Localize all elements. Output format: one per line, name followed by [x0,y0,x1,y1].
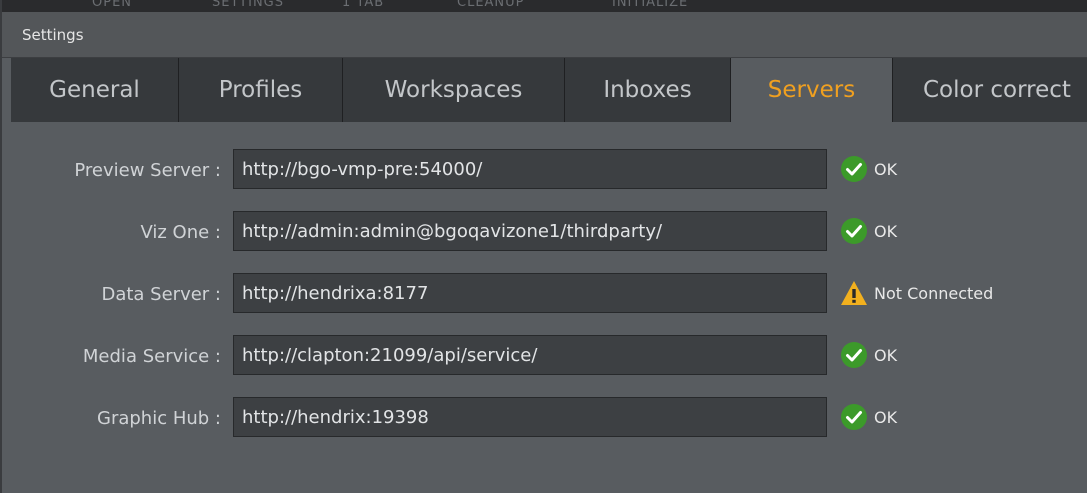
dialog-titlebar: Settings [2,12,1087,58]
status-text: Not Connected [874,283,994,303]
tab-label: Inboxes [603,77,692,103]
server-label: Graphic Hub : [97,408,221,429]
preview-server-url-input[interactable] [233,149,827,189]
tab-servers[interactable]: Servers [731,58,893,122]
tab-workspaces[interactable]: Workspaces [343,58,565,122]
server-row-data-server: Data Server : Not Connected [11,273,1087,319]
tab-label: Workspaces [384,77,523,103]
check-circle-icon [841,218,867,244]
viz-one-url-input[interactable] [233,211,827,251]
tab-label: Servers [767,77,856,103]
tab-label: Color correct [923,77,1071,103]
tab-label: Profiles [218,77,303,103]
background-menu-item: INITIALIZE [612,0,689,10]
tab-general[interactable]: General [11,58,179,122]
warning-triangle-icon [841,281,867,305]
server-row-media-service: Media Service : OK [11,335,1087,381]
status-indicator: OK [840,153,897,185]
status-text: OK [874,159,898,179]
status-text: OK [874,345,898,365]
server-label: Media Service : [82,346,221,367]
tab-label: General [49,77,140,103]
tab-color-correction[interactable]: Color correct [893,58,1087,122]
server-label: Preview Server : [74,160,221,181]
status-text: OK [874,407,898,427]
tab-profiles[interactable]: Profiles [179,58,343,122]
status-indicator: Not Connected [840,277,993,309]
dialog-title: Settings [22,26,84,44]
data-server-url-input[interactable] [233,273,827,313]
background-menu-item: SETTINGS [212,0,285,10]
server-row-preview-server: Preview Server : OK [11,149,1087,195]
server-row-viz-one: Viz One : OK [11,211,1087,257]
settings-window: OPEN SETTINGS 1 TAB CLEANUP INITIALIZE S… [0,0,1087,493]
status-indicator: OK [840,339,897,371]
check-circle-icon [841,342,867,368]
status-indicator: OK [840,401,897,433]
servers-panel: Preview Server : OK Viz One : OK Data Server… [11,122,1087,493]
check-circle-icon [841,404,867,430]
check-circle-icon [841,156,867,182]
background-menu-item: CLEANUP [457,0,525,10]
server-label: Viz One : [140,222,221,243]
status-indicator: OK [840,215,897,247]
media-service-url-input[interactable] [233,335,827,375]
background-menu-item: OPEN [92,0,133,10]
status-text: OK [874,221,898,241]
background-menu-item: 1 TAB [342,0,385,10]
background-menu-strip: OPEN SETTINGS 1 TAB CLEANUP INITIALIZE [2,0,1087,12]
server-row-graphic-hub: Graphic Hub : OK [11,397,1087,443]
tab-inboxes[interactable]: Inboxes [565,58,731,122]
settings-tab-bar: General Profiles Workspaces Inboxes Serv… [11,58,1087,122]
server-label: Data Server : [101,284,221,305]
graphic-hub-url-input[interactable] [233,397,827,437]
